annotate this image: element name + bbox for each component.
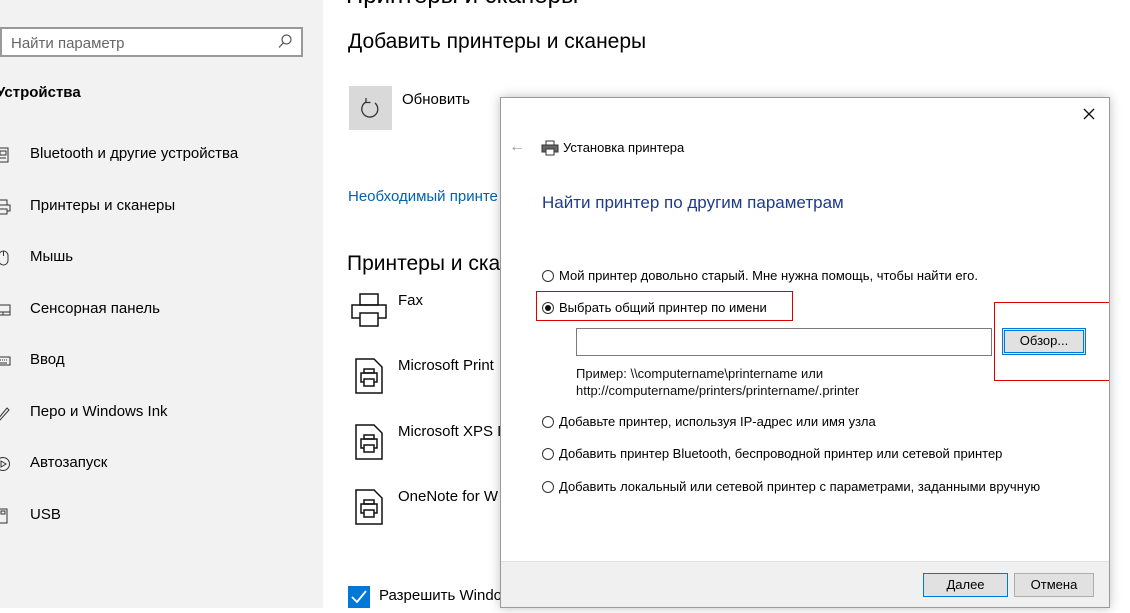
sidebar-item-label: Перо и Windows Ink <box>30 403 168 420</box>
settings-sidebar: Найти параметр Устройства Bluetooth и др… <box>0 0 323 608</box>
sidebar-item-input[interactable]: Ввод <box>0 346 323 376</box>
radio-button[interactable] <box>542 448 554 460</box>
example-line: http://computername/printers/printername… <box>576 383 860 398</box>
option-label: Мой принтер довольно старый. Мне нужна п… <box>559 268 978 283</box>
radio-button-selected[interactable] <box>542 302 554 314</box>
printer-icon <box>351 293 387 327</box>
sidebar-item-pen[interactable]: Перо и Windows Ink <box>0 398 323 428</box>
sidebar-item-mouse[interactable]: Мышь <box>0 243 323 273</box>
cancel-button[interactable]: Отмена <box>1014 573 1094 597</box>
touchpad-icon <box>0 304 11 316</box>
printer-name: Fax <box>398 292 424 309</box>
printer-name-field[interactable] <box>576 328 992 356</box>
sidebar-item-label: Автозапуск <box>30 454 108 471</box>
sidebar-item-label: Bluetooth и другие устройства <box>30 145 239 162</box>
sidebar-item-touchpad[interactable]: Сенсорная панель <box>0 295 323 325</box>
bluetooth-devices-icon <box>0 147 9 163</box>
browse-button[interactable]: Обзор... <box>1002 328 1086 355</box>
add-printers-heading: Добавить принтеры и сканеры <box>348 30 647 53</box>
printers-list-heading: Принтеры и ска <box>347 252 501 275</box>
pen-icon <box>0 407 10 421</box>
printer-name: OneNote for W <box>398 488 499 505</box>
sidebar-item-label: USB <box>30 506 61 523</box>
refresh-label[interactable]: Обновить <box>402 91 470 108</box>
printer-name: Microsoft Print <box>398 357 494 374</box>
back-arrow-icon[interactable]: ← <box>509 138 525 156</box>
allow-windows-label: Разрешить Windo <box>379 587 503 604</box>
example-line: Пример: \\computername\printername или <box>576 366 824 381</box>
radio-button[interactable] <box>542 270 554 282</box>
keyboard-icon <box>0 356 11 366</box>
devices-group-title: Устройства <box>0 84 81 101</box>
close-icon[interactable] <box>1081 106 1097 122</box>
option-label: Добавить принтер Bluetooth, беспроводной… <box>559 446 1003 461</box>
sidebar-item-label: Принтеры и сканеры <box>30 197 176 214</box>
usb-icon <box>0 508 8 524</box>
refresh-icon <box>361 98 379 118</box>
dialog-footer: Далее Отмена <box>501 561 1109 607</box>
search-box[interactable]: Найти параметр <box>0 27 303 57</box>
example-text: Пример: \\computername\printername или h… <box>576 365 859 399</box>
page-title: Принтеры и сканеры <box>346 0 578 10</box>
radio-button[interactable] <box>542 481 554 493</box>
autoplay-icon <box>0 457 10 471</box>
sidebar-item-label: Ввод <box>30 351 65 368</box>
mouse-icon <box>0 250 9 266</box>
sidebar-item-label: Сенсорная панель <box>30 300 160 317</box>
sidebar-item-usb[interactable]: USB <box>0 501 323 531</box>
sidebar-item-printers[interactable]: Принтеры и сканеры <box>0 192 323 222</box>
next-button[interactable]: Далее <box>923 573 1008 597</box>
printer-icon <box>0 199 11 215</box>
search-input[interactable]: Найти параметр <box>11 35 125 52</box>
printer-name: Microsoft XPS D <box>398 423 509 440</box>
sidebar-item-bluetooth[interactable]: Bluetooth и другие устройства <box>0 140 323 170</box>
option-label: Добавьте принтер, используя IP-адрес или… <box>559 414 876 429</box>
add-printer-dialog: ← Установка принтера Найти принтер по др… <box>500 97 1110 608</box>
allow-windows-checkbox[interactable] <box>348 586 370 608</box>
option-label: Выбрать общий принтер по имени <box>559 300 767 315</box>
checkmark-icon <box>351 590 367 604</box>
document-printer-icon <box>355 489 383 525</box>
sidebar-item-autoplay[interactable]: Автозапуск <box>0 449 323 479</box>
search-icon <box>278 34 292 48</box>
document-printer-icon <box>355 424 383 460</box>
sidebar-item-label: Мышь <box>30 248 74 265</box>
dialog-title: Установка принтера <box>563 140 685 155</box>
radio-button[interactable] <box>542 416 554 428</box>
refresh-button[interactable] <box>349 86 392 130</box>
option-label: Добавить локальный или сетевой принтер с… <box>559 479 1041 494</box>
printer-icon <box>541 140 559 156</box>
printer-not-listed-link[interactable]: Необходимый принте <box>348 188 498 205</box>
dialog-heading: Найти принтер по другим параметрам <box>542 193 844 212</box>
document-printer-icon <box>355 358 383 394</box>
